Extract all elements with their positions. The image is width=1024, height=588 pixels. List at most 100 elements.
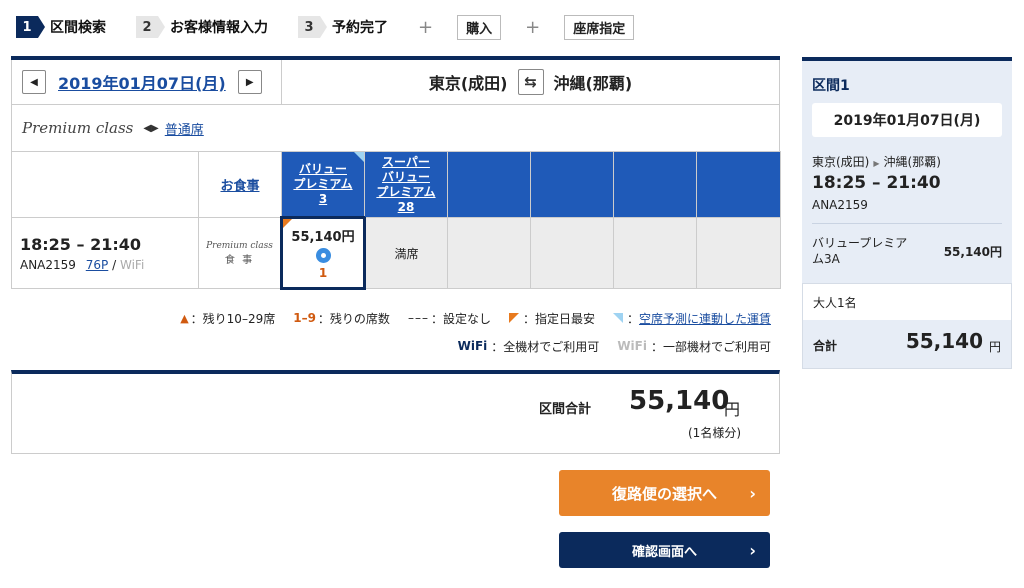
fare-header-empty <box>530 151 614 218</box>
step-label: 区間検索 <box>50 20 106 36</box>
legend-wifi-all: WiFi ：全機材でご利用可 <box>458 338 600 355</box>
destination: 沖縄(那覇) <box>883 155 941 169</box>
date-selector: ◀ 2019年01月07日(月) ▶ <box>12 60 282 104</box>
destination: 沖縄(那覇) <box>553 74 633 93</box>
legend-forecast: ： 空席予測に連動した運賃 <box>612 310 771 327</box>
seats-remaining: 1 <box>318 266 328 280</box>
step-seat-selection: 座席指定 <box>564 14 635 40</box>
legend-text: ：一部機材でご利用可 <box>650 339 771 354</box>
wifi-icon: WiFi <box>457 339 488 353</box>
legend-few-seats: ▲ ：残り10–29席 <box>180 310 275 327</box>
economy-class-link[interactable]: 普通席 <box>165 119 204 138</box>
legend-not-set: ––– ：設定なし <box>408 310 491 327</box>
flight-details: ANA2159 76P / WiFi <box>20 258 198 272</box>
divider <box>812 223 1002 224</box>
premium-meal-logo: Premium class <box>206 240 273 251</box>
prev-day-button[interactable]: ◀ <box>22 70 46 94</box>
triangle-icon: ▲ <box>180 311 189 325</box>
legend-row-1: ▲ ：残り10–29席 1–9 ：残りの席数 ––– ：設定なし ：指定日最安 … <box>11 307 771 329</box>
plus-icon: + <box>525 16 541 38</box>
flight-info: 18:25 – 21:40 ANA2159 76P / WiFi <box>11 217 199 289</box>
segment-time: 18:25 – 21:40 <box>812 173 941 193</box>
step-search: 1 区間検索 <box>16 16 106 38</box>
switch-arrows-icon: ◀▶ <box>143 122 159 134</box>
segment-flight-number: ANA2159 <box>812 198 868 212</box>
step-number: 2 <box>136 16 165 38</box>
segment-route: 東京(成田) ▶ 沖縄(那覇) <box>812 153 941 170</box>
confirm-screen-button[interactable]: 確認画面へ › <box>559 532 770 568</box>
fare-name-line: バリュー <box>298 161 347 176</box>
flight-row: 18:25 – 21:40 ANA2159 76P / WiFi Premium… <box>11 216 781 290</box>
separator: / <box>112 257 117 272</box>
fare-cell-empty <box>530 217 614 289</box>
selected-radio[interactable] <box>315 248 331 263</box>
fare-cell-empty <box>696 217 781 289</box>
origin: 東京(成田) <box>428 74 508 93</box>
date-link[interactable]: 2019年01月07日(月) <box>58 70 226 94</box>
fare-table: お食事 バリュー プレミアム 3 スーパー バリュー プレミアム 28 18:2… <box>11 151 781 290</box>
button-label: 確認画面へ <box>631 544 697 560</box>
fare-name-line: プレミアム <box>376 184 436 199</box>
itinerary-summary: 区間1 2019年01月07日(月) 東京(成田) ▶ 沖縄(那覇) 18:25 –… <box>802 57 1012 369</box>
fare-name-line: バリュー <box>381 169 430 184</box>
legend-text: ：設定なし <box>430 311 491 326</box>
legend: ▲ ：残り10–29席 1–9 ：残りの席数 ––– ：設定なし ：指定日最安 … <box>11 307 771 357</box>
dash-label: ––– <box>407 311 429 325</box>
fare-price: 55,140円 <box>291 230 355 245</box>
premium-class-logo: Premium class <box>22 119 134 137</box>
flight-number: ANA2159 <box>20 257 76 272</box>
meal-info: Premium class 食 事 <box>198 217 282 289</box>
step-label: 予約完了 <box>332 20 388 36</box>
plus-icon: + <box>418 16 434 38</box>
origin: 東京(成田) <box>812 155 870 169</box>
meal-header-link[interactable]: お食事 <box>198 151 282 218</box>
fare-header-value-premium[interactable]: バリュー プレミアム 3 <box>281 151 365 218</box>
legend-text: ：指定日最安 <box>522 311 595 326</box>
forecast-fare-link[interactable]: 空席予測に連動した運賃 <box>639 310 771 327</box>
flight-time: 18:25 – 21:40 <box>20 234 141 254</box>
radio-dot <box>320 253 326 258</box>
select-return-flight-button[interactable]: 復路便の選択へ › <box>559 470 770 516</box>
step-bar: 1 区間検索 2 お客様情報入力 3 予約完了 + 購入 + 座席指定 <box>16 14 658 40</box>
next-day-button[interactable]: ▶ <box>237 70 262 94</box>
arrow-right-icon: ▶ <box>873 159 880 168</box>
fare-header-row: お食事 バリュー プレミアム 3 スーパー バリュー プレミアム 28 <box>11 151 781 218</box>
blue-corner-icon <box>612 313 623 323</box>
per-person-note: (1名様分) <box>688 426 741 440</box>
section-total-amount: 55,140 <box>629 386 730 416</box>
section-total-label: 区間合計 <box>539 402 592 417</box>
fare-cell-empty <box>447 217 531 289</box>
fare-cell-selected[interactable]: 55,140円 1 <box>280 216 366 290</box>
fare-code: 28 <box>397 199 415 214</box>
route-display: 東京(成田) ⇆ 沖縄(那覇) <box>282 69 779 95</box>
chevron-right-icon: › <box>749 540 756 560</box>
legend-seat-count: 1–9 ：残りの席数 <box>293 310 390 327</box>
swap-route-icon[interactable]: ⇆ <box>517 69 544 95</box>
legend-lowest: ：指定日最安 <box>508 310 595 327</box>
section-total: 区間合計 55,140 円 (1名様分) <box>11 370 780 454</box>
header-blank <box>11 151 199 218</box>
legend-text: ： <box>626 311 639 326</box>
fare-header-empty <box>613 151 697 218</box>
equipment-link[interactable]: 76P <box>86 258 109 272</box>
step-number: 1 <box>16 16 45 38</box>
legend-wifi-partial: WiFi ：一部機材でご利用可 <box>617 338 771 355</box>
fare-header-empty <box>447 151 531 218</box>
fare-code: 3 <box>318 191 328 206</box>
fare-name-line: スーパー <box>382 154 430 169</box>
legend-text: ：残り10–29席 <box>190 311 276 326</box>
total-label: 合計 <box>813 339 838 353</box>
chevron-right-icon: › <box>749 483 756 503</box>
fare-header-super-value-premium[interactable]: スーパー バリュー プレミアム 28 <box>364 151 448 218</box>
forecast-fare-marker <box>354 152 364 162</box>
legend-text: ：残りの席数 <box>317 311 390 326</box>
step-purchase: 購入 <box>457 14 502 40</box>
flight-selection-panel: ◀ 2019年01月07日(月) ▶ 東京(成田) ⇆ 沖縄(那覇) Premi… <box>11 56 781 290</box>
wifi-partial-icon: WiFi <box>617 339 647 353</box>
fare-cell-full: 満席 <box>364 217 448 289</box>
meal-label: 食 事 <box>224 254 255 266</box>
fare-header-empty <box>696 151 781 218</box>
currency-unit: 円 <box>724 400 741 419</box>
step-customer-info: 2 お客様情報入力 <box>136 16 268 38</box>
fare-name-line: プレミアム <box>293 176 353 191</box>
